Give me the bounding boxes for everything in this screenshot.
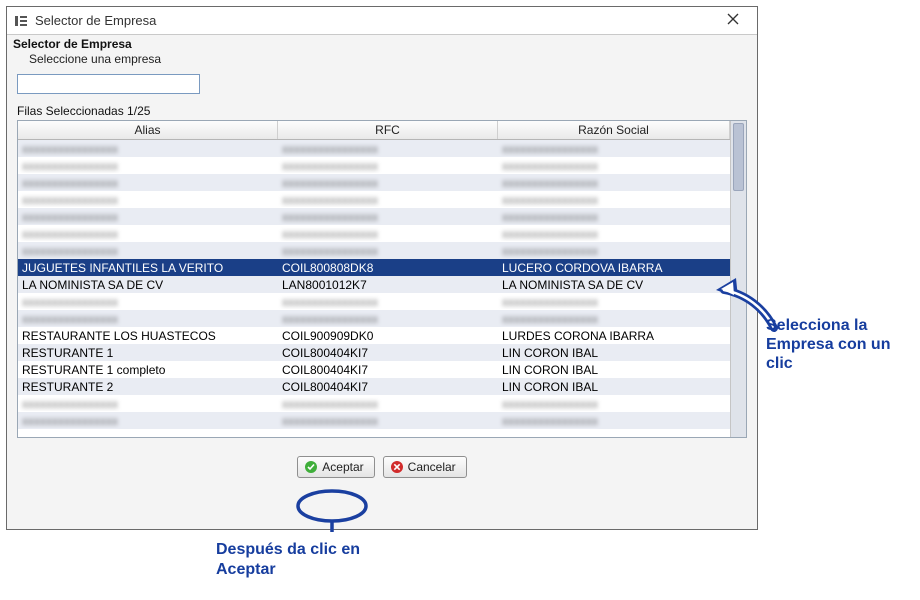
- cell-razon: xxxxxxxxxxxxxxxx: [498, 142, 730, 156]
- table-row[interactable]: JUGUETES INFANTILES LA VERITOCOIL800808D…: [18, 259, 730, 276]
- cell-alias: xxxxxxxxxxxxxxxx: [18, 142, 278, 156]
- accept-button[interactable]: Aceptar: [297, 456, 374, 478]
- cell-alias: xxxxxxxxxxxxxxxx: [18, 414, 278, 428]
- cancel-button[interactable]: Cancelar: [383, 456, 467, 478]
- cancel-label: Cancelar: [408, 460, 456, 474]
- cell-alias: xxxxxxxxxxxxxxxx: [18, 176, 278, 190]
- cell-razon: LA NOMINISTA SA DE CV: [498, 278, 730, 292]
- cell-rfc: COIL900909DK0: [278, 329, 498, 343]
- column-header-rfc[interactable]: RFC: [278, 121, 498, 139]
- cell-alias: RESTAURANTE LOS HUASTECOS: [18, 329, 278, 343]
- cell-rfc: COIL800404KI7: [278, 363, 498, 377]
- cell-rfc: xxxxxxxxxxxxxxxx: [278, 244, 498, 258]
- table-row[interactable]: RESTAURANTE LOS HUASTECOSCOIL900909DK0LU…: [18, 327, 730, 344]
- cell-razon: xxxxxxxxxxxxxxxx: [498, 210, 730, 224]
- search-input[interactable]: [17, 74, 200, 94]
- table-row[interactable]: xxxxxxxxxxxxxxxxxxxxxxxxxxxxxxxxxxxxxxxx…: [18, 310, 730, 327]
- scrollbar-thumb[interactable]: [733, 123, 744, 191]
- app-icon: [13, 13, 29, 29]
- cell-razon: xxxxxxxxxxxxxxxx: [498, 244, 730, 258]
- annotation-select-company: Selecciona la Empresa con un clic: [766, 316, 916, 374]
- cell-alias: xxxxxxxxxxxxxxxx: [18, 210, 278, 224]
- cell-alias: xxxxxxxxxxxxxxxx: [18, 193, 278, 207]
- cell-razon: xxxxxxxxxxxxxxxx: [498, 227, 730, 241]
- table-row[interactable]: xxxxxxxxxxxxxxxxxxxxxxxxxxxxxxxxxxxxxxxx…: [18, 225, 730, 242]
- cell-razon: LIN CORON IBAL: [498, 363, 730, 377]
- table-row[interactable]: xxxxxxxxxxxxxxxxxxxxxxxxxxxxxxxxxxxxxxxx…: [18, 242, 730, 259]
- cell-razon: xxxxxxxxxxxxxxxx: [498, 312, 730, 326]
- cell-alias: xxxxxxxxxxxxxxxx: [18, 312, 278, 326]
- close-button[interactable]: [715, 7, 751, 34]
- cell-rfc: COIL800404KI7: [278, 380, 498, 394]
- cell-razon: xxxxxxxxxxxxxxxx: [498, 176, 730, 190]
- cell-rfc: xxxxxxxxxxxxxxxx: [278, 176, 498, 190]
- cancel-circle-icon: [390, 460, 404, 474]
- cell-rfc: xxxxxxxxxxxxxxxx: [278, 397, 498, 411]
- table-row[interactable]: xxxxxxxxxxxxxxxxxxxxxxxxxxxxxxxxxxxxxxxx…: [18, 174, 730, 191]
- table-row[interactable]: xxxxxxxxxxxxxxxxxxxxxxxxxxxxxxxxxxxxxxxx…: [18, 293, 730, 310]
- cell-alias: xxxxxxxxxxxxxxxx: [18, 227, 278, 241]
- cell-rfc: xxxxxxxxxxxxxxxx: [278, 295, 498, 309]
- table-row[interactable]: RESTURANTE 2COIL800404KI7LIN CORON IBAL: [18, 378, 730, 395]
- vertical-scrollbar[interactable]: [730, 121, 746, 437]
- cell-razon: LURDES CORONA IBARRA: [498, 329, 730, 343]
- dialog-footer: Aceptar Cancelar: [7, 456, 757, 478]
- accept-label: Aceptar: [322, 460, 363, 474]
- table-row[interactable]: LA NOMINISTA SA DE CVLAN8001012K7LA NOMI…: [18, 276, 730, 293]
- cell-alias: JUGUETES INFANTILES LA VERITO: [18, 261, 278, 275]
- table-row[interactable]: RESTURANTE 1COIL800404KI7LIN CORON IBAL: [18, 344, 730, 361]
- grid-header: Alias RFC Razón Social: [18, 121, 730, 140]
- cell-razon: LUCERO CORDOVA IBARRA: [498, 261, 730, 275]
- company-grid: Alias RFC Razón Social xxxxxxxxxxxxxxxxx…: [17, 120, 747, 438]
- cell-rfc: xxxxxxxxxxxxxxxx: [278, 159, 498, 173]
- column-header-razon[interactable]: Razón Social: [498, 121, 730, 139]
- cell-rfc: xxxxxxxxxxxxxxxx: [278, 414, 498, 428]
- table-row[interactable]: xxxxxxxxxxxxxxxxxxxxxxxxxxxxxxxxxxxxxxxx…: [18, 395, 730, 412]
- annotation-then-accept: Después da clic en Aceptar: [216, 540, 416, 580]
- cell-razon: xxxxxxxxxxxxxxxx: [498, 159, 730, 173]
- cell-razon: xxxxxxxxxxxxxxxx: [498, 397, 730, 411]
- cell-alias: LA NOMINISTA SA DE CV: [18, 278, 278, 292]
- cell-rfc: xxxxxxxxxxxxxxxx: [278, 210, 498, 224]
- table-row[interactable]: RESTURANTE 1 completoCOIL800404KI7LIN CO…: [18, 361, 730, 378]
- cell-rfc: COIL800404KI7: [278, 346, 498, 360]
- cell-rfc: xxxxxxxxxxxxxxxx: [278, 142, 498, 156]
- cell-razon: LIN CORON IBAL: [498, 380, 730, 394]
- cell-alias: RESTURANTE 1: [18, 346, 278, 360]
- close-icon: [727, 13, 739, 28]
- cell-alias: xxxxxxxxxxxxxxxx: [18, 159, 278, 173]
- cell-razon: LIN CORON IBAL: [498, 346, 730, 360]
- selected-count: Filas Seleccionadas 1/25: [17, 104, 747, 118]
- window-title: Selector de Empresa: [35, 13, 156, 28]
- check-circle-icon: [304, 460, 318, 474]
- column-header-alias[interactable]: Alias: [18, 121, 278, 139]
- cell-rfc: xxxxxxxxxxxxxxxx: [278, 312, 498, 326]
- table-row[interactable]: xxxxxxxxxxxxxxxxxxxxxxxxxxxxxxxxxxxxxxxx…: [18, 191, 730, 208]
- table-row[interactable]: xxxxxxxxxxxxxxxxxxxxxxxxxxxxxxxxxxxxxxxx…: [18, 208, 730, 225]
- cell-razon: xxxxxxxxxxxxxxxx: [498, 295, 730, 309]
- cell-alias: xxxxxxxxxxxxxxxx: [18, 397, 278, 411]
- cell-razon: xxxxxxxxxxxxxxxx: [498, 414, 730, 428]
- cell-alias: xxxxxxxxxxxxxxxx: [18, 244, 278, 258]
- table-row[interactable]: xxxxxxxxxxxxxxxxxxxxxxxxxxxxxxxxxxxxxxxx…: [18, 140, 730, 157]
- cell-rfc: COIL800808DK8: [278, 261, 498, 275]
- subheader-title: Selector de Empresa: [13, 37, 751, 51]
- cell-alias: xxxxxxxxxxxxxxxx: [18, 295, 278, 309]
- subheader: Selector de Empresa Seleccione una empre…: [7, 35, 757, 66]
- table-row[interactable]: xxxxxxxxxxxxxxxxxxxxxxxxxxxxxxxxxxxxxxxx…: [18, 157, 730, 174]
- subheader-instruction: Seleccione una empresa: [29, 51, 751, 66]
- titlebar: Selector de Empresa: [7, 7, 757, 35]
- cell-alias: RESTURANTE 1 completo: [18, 363, 278, 377]
- table-row[interactable]: xxxxxxxxxxxxxxxxxxxxxxxxxxxxxxxxxxxxxxxx…: [18, 412, 730, 429]
- cell-razon: xxxxxxxxxxxxxxxx: [498, 193, 730, 207]
- cell-rfc: xxxxxxxxxxxxxxxx: [278, 193, 498, 207]
- grid-body: xxxxxxxxxxxxxxxxxxxxxxxxxxxxxxxxxxxxxxxx…: [18, 140, 730, 429]
- cell-rfc: LAN8001012K7: [278, 278, 498, 292]
- selector-window: Selector de Empresa Selector de Empresa …: [6, 6, 758, 530]
- cell-alias: RESTURANTE 2: [18, 380, 278, 394]
- cell-rfc: xxxxxxxxxxxxxxxx: [278, 227, 498, 241]
